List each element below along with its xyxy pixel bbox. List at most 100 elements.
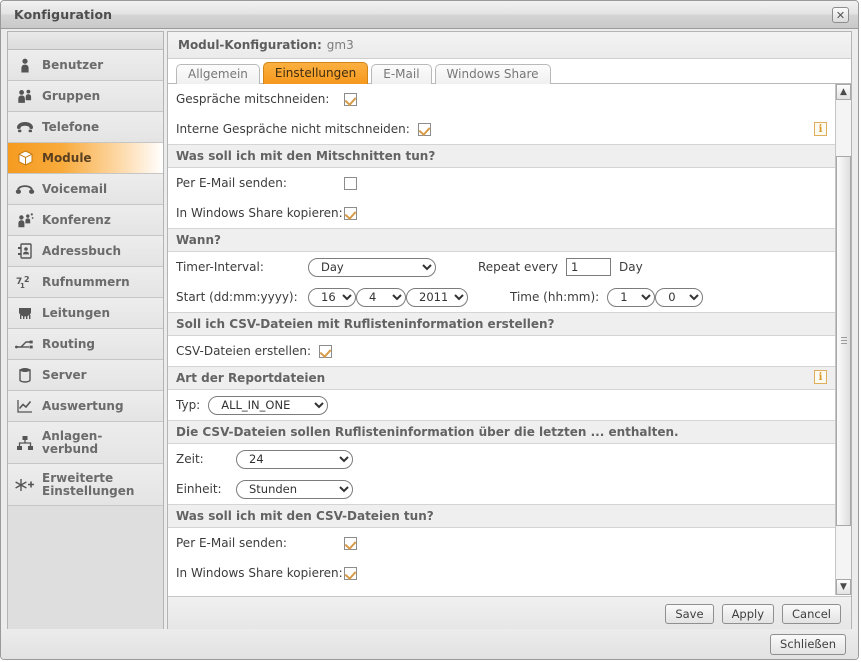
checkbox-csv-erstellen[interactable] (319, 344, 333, 358)
row-timer-interval: Timer-Interval: DayWeekMonthHour Repeat … (168, 252, 835, 282)
select-einheit[interactable]: MinutenStundenTageWochen (236, 479, 353, 499)
select-timer-interval[interactable]: DayWeekMonthHour (308, 257, 436, 277)
row-zeit: Zeit: 16122448 (168, 444, 835, 474)
select-start-day[interactable]: 1415161718 (308, 287, 356, 307)
select-time-minute[interactable]: 0153045 (655, 287, 704, 307)
user-icon (8, 58, 42, 73)
sidebar-item-erweiterte-einstellungen[interactable]: Erweiterte Einstellungen (8, 464, 163, 506)
cancel-button[interactable]: Cancel (782, 603, 841, 624)
checkbox-gespraeche-mitschneiden[interactable] (344, 92, 357, 106)
label-start-date: Start (dd:mm:yyyy): (176, 290, 298, 304)
sidebar-item-label: Erweiterte Einstellungen (42, 470, 135, 498)
row-csv-share: In Windows Share kopieren: (168, 558, 835, 588)
tab-allgemein[interactable]: Allgemein (176, 64, 260, 84)
label-gespraeche-mitschneiden: Gespräche mitschneiden: (176, 92, 330, 106)
section-label-report-type: Art der Reportdateien (176, 371, 326, 385)
select-time-hour[interactable]: 0123 (607, 287, 656, 307)
select-zeit[interactable]: 16122448 (236, 449, 353, 469)
sidebar-item-telefone[interactable]: Telefone (8, 112, 163, 143)
label-einheit: Einheit: (176, 482, 222, 496)
network-icon (8, 435, 42, 451)
sidebar: Benutzer Gruppen Telefone Module Voicema… (7, 31, 164, 631)
row-interne-nicht-mitschneiden: Interne Gespräche nicht mitschneiden: i (168, 114, 835, 144)
label-mitschnitten-share: In Windows Share kopieren: (176, 206, 343, 220)
scrollbar-grip-icon (841, 337, 847, 345)
sidebar-item-routing[interactable]: Routing (8, 329, 163, 360)
row-mitschnitten-email: Per E-Mail senden: (168, 168, 835, 198)
sidebar-item-server[interactable]: Server (8, 360, 163, 391)
save-button[interactable]: Save (665, 603, 714, 624)
select-start-month[interactable]: 3456 (356, 287, 406, 307)
sidebar-item-label: Telefone (42, 119, 100, 134)
window-title: Konfiguration (14, 7, 113, 22)
tab-email[interactable]: E-Mail (371, 64, 432, 84)
conference-icon (8, 212, 42, 228)
content-panel: Modul-Konfiguration: gm3 Allgemein Einst… (167, 31, 852, 631)
advanced-icon (8, 478, 42, 492)
label-mitschnitten-email: Per E-Mail senden: (176, 176, 287, 190)
module-config-label: Modul-Konfiguration: (178, 38, 322, 52)
row-csv-email: Per E-Mail senden: (168, 528, 835, 558)
schliessen-button[interactable]: Schließen (770, 633, 846, 655)
sidebar-item-adressbuch[interactable]: Adressbuch (8, 236, 163, 267)
checkbox-mitschnitten-share[interactable] (344, 206, 357, 220)
sidebar-item-label: Konferenz (42, 212, 111, 227)
checkbox-csv-email[interactable] (344, 536, 357, 550)
box-icon (8, 150, 42, 166)
select-start-year[interactable]: 201020112012 (406, 287, 468, 307)
label-zeit: Zeit: (176, 452, 204, 466)
sidebar-item-rufnummern[interactable]: 712 Rufnummern (8, 267, 163, 298)
checkbox-mitschnitten-email[interactable] (344, 176, 357, 190)
addressbook-icon (8, 243, 42, 259)
panel-csv-action: Per E-Mail senden: In Windows Share kopi… (168, 528, 835, 588)
section-title-csv-action: Was soll ich mit den CSV-Dateien tun? (168, 504, 835, 528)
info-icon[interactable]: i (814, 370, 827, 384)
panel-mitschnitten: Per E-Mail senden: In Windows Share kopi… (168, 168, 835, 228)
sidebar-item-label: Anlagen- verbund (42, 428, 103, 456)
sidebar-item-auswertung[interactable]: Auswertung (8, 391, 163, 422)
panel-csv-range: Zeit: 16122448 Einheit: MinutenStundenTa… (168, 444, 835, 504)
sidebar-item-label: Rufnummern (42, 274, 130, 289)
sidebar-item-label: Auswertung (42, 398, 124, 413)
group-icon (8, 89, 42, 104)
sidebar-item-voicemail[interactable]: Voicemail (8, 174, 163, 205)
checkbox-csv-share[interactable] (344, 566, 357, 580)
scroll-down-icon[interactable]: ▼ (836, 579, 851, 595)
close-icon[interactable]: ✕ (832, 7, 849, 23)
select-typ[interactable]: ALL_IN_ONEPER_USERPER_LINE (208, 395, 329, 415)
panel-report-type: Typ: ALL_IN_ONEPER_USERPER_LINE (168, 390, 835, 420)
routing-icon (8, 338, 42, 351)
apply-button[interactable]: Apply (721, 603, 775, 624)
sidebar-item-label: Benutzer (42, 57, 104, 72)
sidebar-item-benutzer[interactable]: Benutzer (8, 50, 163, 81)
label-time: Time (hh:mm): (510, 290, 600, 304)
row-einheit: Einheit: MinutenStundenTageWochen (168, 474, 835, 504)
scroll-up-icon[interactable]: ▲ (836, 84, 851, 100)
vertical-scrollbar[interactable]: ▲ ▼ (835, 84, 851, 595)
module-config-value: gm3 (326, 38, 354, 52)
sidebar-item-label: Module (42, 150, 92, 165)
section-title-mitschnitten: Was soll ich mit den Mitschnitten tun? (168, 144, 835, 168)
info-icon[interactable]: i (814, 122, 827, 136)
checkbox-interne-nicht-mitschneiden[interactable] (417, 122, 431, 136)
window-footer: Schließen (1, 629, 858, 659)
sidebar-item-label: Adressbuch (42, 243, 122, 258)
sidebar-item-leitungen[interactable]: Leitungen (8, 298, 163, 329)
tab-windows-share[interactable]: Windows Share (434, 64, 551, 84)
tab-einstellungen[interactable]: Einstellungen (262, 62, 369, 84)
content-footer: Save Apply Cancel (168, 596, 851, 630)
sidebar-item-label: Leitungen (42, 305, 110, 320)
svg-text:2: 2 (24, 275, 30, 284)
label-csv-share: In Windows Share kopieren: (176, 566, 343, 580)
sidebar-item-module[interactable]: Module (8, 143, 163, 174)
sidebar-item-gruppen[interactable]: Gruppen (8, 81, 163, 112)
label-repeat-unit: Day (618, 260, 643, 274)
panel-wann: Timer-Interval: DayWeekMonthHour Repeat … (168, 252, 835, 312)
scrollbar-thumb[interactable] (836, 156, 851, 526)
label-csv-erstellen: CSV-Dateien erstellen: (176, 344, 312, 358)
lines-icon (8, 307, 42, 320)
tab-bar: Allgemein Einstellungen E-Mail Windows S… (168, 59, 851, 84)
sidebar-item-anlagenverbund[interactable]: Anlagen- verbund (8, 422, 163, 464)
input-repeat-every[interactable] (565, 258, 611, 276)
sidebar-item-konferenz[interactable]: Konferenz (8, 205, 163, 236)
